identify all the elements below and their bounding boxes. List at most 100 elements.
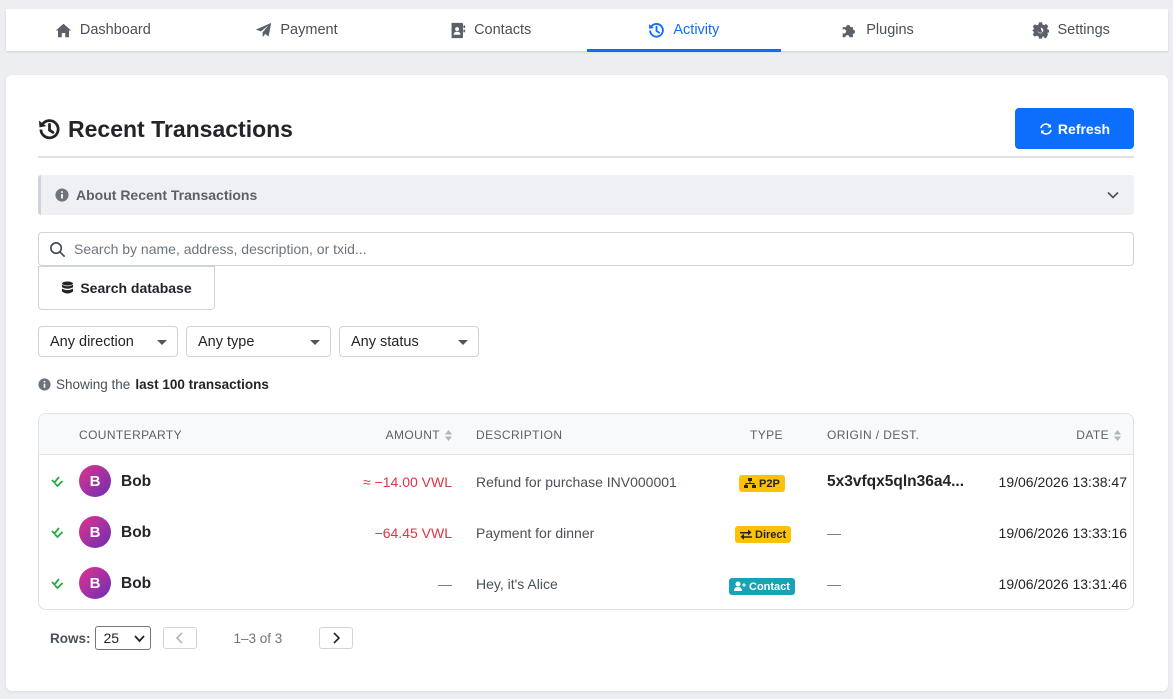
type-filter[interactable]: Any type	[186, 326, 331, 357]
page-title-text: Recent Transactions	[68, 116, 293, 142]
transactions-table: COUNTERPARTY AMOUNT DESCRIPTION TYPE ORI…	[38, 413, 1134, 610]
tab-activity[interactable]: Activity	[587, 9, 781, 52]
status-filter[interactable]: Any status	[339, 326, 479, 357]
search-icon	[50, 241, 65, 257]
date-value: 19/06/2026 13:33:16	[998, 525, 1127, 541]
col-type: TYPE	[750, 428, 783, 442]
chevron-down-icon	[1107, 191, 1119, 199]
description-text: Hey, it's Alice	[476, 576, 558, 592]
date-value: 19/06/2026 13:38:47	[998, 474, 1127, 490]
table-header: COUNTERPARTY AMOUNT DESCRIPTION TYPE ORI…	[39, 414, 1133, 455]
refresh-button[interactable]: Refresh	[1015, 108, 1134, 149]
table-row[interactable]: B Bob ≈ −14.00 VWL Refund for purchase I…	[39, 456, 1133, 507]
amount-value: —	[438, 576, 452, 592]
tab-label: Payment	[280, 22, 338, 38]
database-icon	[62, 281, 74, 294]
home-icon	[55, 23, 72, 37]
puzzle-icon	[842, 24, 856, 37]
col-amount-label: AMOUNT	[385, 428, 440, 442]
col-description: DESCRIPTION	[476, 428, 562, 442]
origin-address: —	[827, 525, 841, 541]
table-row[interactable]: B Bob — Hey, it's Alice Contact — 19/06/…	[39, 558, 1133, 609]
address-book-icon	[451, 22, 466, 38]
amount-value: −64.45 VWL	[374, 525, 452, 541]
origin-address: —	[827, 576, 841, 592]
type-filter-value: Any type	[198, 333, 255, 350]
tab-label: Dashboard	[79, 22, 151, 38]
col-description-label: DESCRIPTION	[476, 428, 563, 442]
col-date[interactable]: DATE	[1076, 428, 1121, 442]
search-database-button[interactable]: Search database	[38, 266, 215, 310]
page-range: 1–3 of 3	[233, 630, 283, 646]
search-input[interactable]	[74, 241, 1074, 257]
network-icon	[744, 478, 756, 488]
next-page-button[interactable]	[319, 627, 354, 649]
tab-label: Contacts	[474, 22, 532, 38]
tab-payment[interactable]: Payment	[200, 9, 394, 51]
refresh-label: Refresh	[1057, 120, 1111, 137]
info-icon	[38, 378, 51, 391]
col-counterparty: COUNTERPARTY	[79, 428, 182, 442]
date-value: 19/06/2026 13:31:46	[998, 576, 1127, 592]
sort-icon	[445, 429, 452, 441]
history-icon	[649, 22, 665, 38]
sort-icon	[1114, 429, 1121, 441]
status-filter-value: Any status	[351, 333, 419, 350]
type-badge-label: P2P	[759, 477, 780, 490]
paper-plane-icon	[256, 22, 272, 37]
double-check-icon	[51, 527, 64, 539]
type-badge-label: Direct	[755, 528, 787, 541]
origin-address[interactable]: 5x3vfqx5qln36a4...	[827, 473, 964, 491]
page-title: Recent Transactions	[38, 116, 293, 143]
avatar: B	[79, 465, 111, 497]
tab-plugins[interactable]: Plugins	[781, 9, 975, 51]
col-origin: ORIGIN / DEST.	[827, 428, 919, 442]
tab-contacts[interactable]: Contacts	[393, 9, 587, 51]
prev-page-button[interactable]	[162, 627, 197, 649]
table-row[interactable]: B Bob −64.45 VWL Payment for dinner Dire…	[39, 507, 1133, 558]
search-box	[38, 232, 1134, 266]
showing-note: Showing the last 100 transactions	[38, 377, 269, 392]
col-counterparty-label: COUNTERPARTY	[79, 428, 183, 442]
showing-prefix: Showing the	[56, 377, 131, 392]
gear-icon	[1032, 21, 1050, 39]
rows-per-page-select[interactable]: 25	[94, 626, 151, 650]
col-type-label: TYPE	[750, 428, 783, 442]
chevron-down-icon	[133, 635, 145, 643]
refresh-icon	[1040, 122, 1052, 135]
counterparty-name: Bob	[121, 524, 152, 541]
about-label: About Recent Transactions	[76, 187, 258, 203]
exchange-icon	[740, 529, 752, 540]
col-date-label: DATE	[1076, 428, 1109, 442]
double-check-icon	[51, 578, 64, 590]
col-origin-label: ORIGIN / DEST.	[827, 428, 920, 442]
direction-filter[interactable]: Any direction	[38, 326, 178, 357]
caret-down-icon	[310, 340, 320, 345]
caret-down-icon	[157, 340, 167, 345]
type-badge: Direct	[735, 526, 792, 543]
direction-filter-value: Any direction	[50, 333, 134, 350]
transactions-card: Recent Transactions Refresh About Recent…	[6, 75, 1168, 691]
user-plus-icon	[734, 581, 746, 591]
type-badge-label: Contact	[749, 580, 790, 593]
description-text: Refund for purchase INV000001	[476, 474, 677, 490]
rows-per-page-value: 25	[103, 630, 120, 646]
card-header: Recent Transactions Refresh	[38, 108, 1134, 158]
tab-dashboard[interactable]: Dashboard	[6, 9, 200, 51]
chevron-left-icon	[175, 632, 183, 644]
tab-settings[interactable]: Settings	[974, 9, 1168, 51]
caret-down-icon	[458, 340, 468, 345]
amount-value: ≈ −14.00 VWL	[362, 474, 452, 490]
type-badge: Contact	[729, 578, 795, 595]
double-check-icon	[51, 476, 64, 488]
avatar: B	[79, 516, 111, 548]
avatar: B	[79, 567, 111, 599]
info-icon	[55, 188, 69, 202]
rows-label: Rows:	[50, 630, 91, 646]
col-amount[interactable]: AMOUNT	[386, 428, 452, 442]
chevron-right-icon	[333, 632, 340, 644]
tab-label: Plugins	[866, 22, 914, 38]
description-text: Payment for dinner	[476, 525, 595, 541]
about-accordion[interactable]: About Recent Transactions	[38, 175, 1134, 215]
type-badge: P2P	[739, 475, 785, 492]
